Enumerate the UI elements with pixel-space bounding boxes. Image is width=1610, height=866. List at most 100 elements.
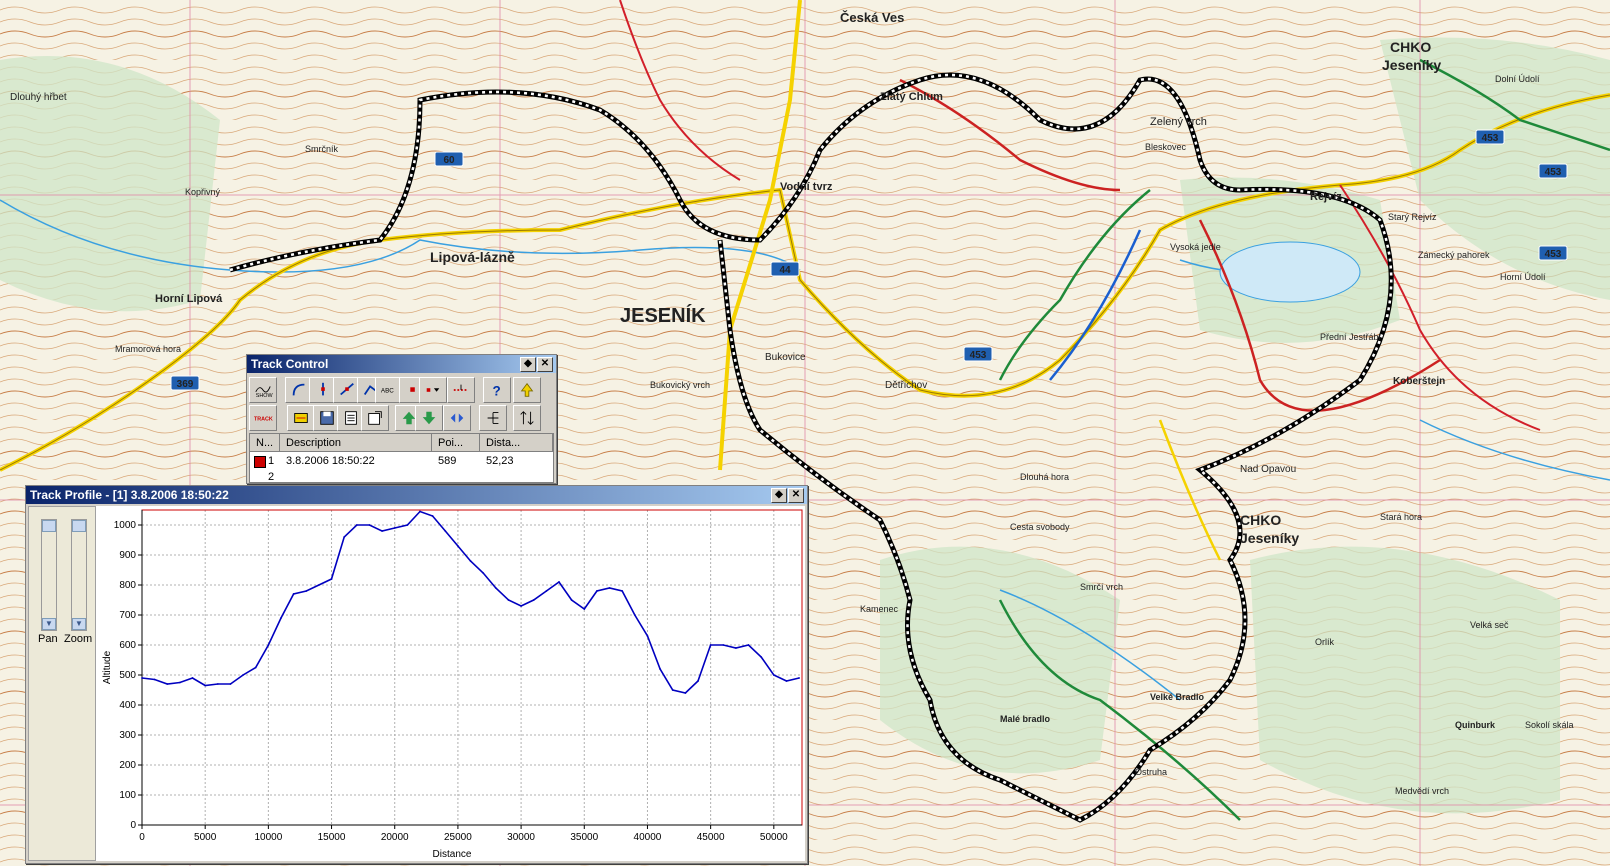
- x-tick-label: 5000: [194, 832, 217, 843]
- zoom-slider-down-arrow[interactable]: ▼: [72, 618, 86, 630]
- track-control-title: Track Control: [251, 357, 329, 371]
- altitude-point: [267, 644, 270, 646]
- tree-tool-button[interactable]: [479, 405, 507, 431]
- track-profile-close-button[interactable]: ✕: [788, 488, 804, 503]
- x-tick-label: 15000: [318, 832, 346, 843]
- x-tick-label: 30000: [507, 832, 535, 843]
- altitude-point: [494, 587, 497, 589]
- track-tool-button[interactable]: TRACK: [249, 405, 277, 431]
- label-tool-icon: ABC: [381, 388, 394, 395]
- altitude-point: [343, 536, 346, 538]
- map-label: Smrčník: [305, 144, 339, 154]
- altitude-point: [330, 578, 333, 580]
- altitude-point: [532, 599, 535, 601]
- y-tick-label: 400: [119, 700, 136, 711]
- join-tool-icon: [340, 383, 354, 396]
- altitude-point: [633, 614, 636, 616]
- x-tick-label: 0: [139, 832, 145, 843]
- style-tool-button[interactable]: [419, 377, 447, 403]
- swap-tool-button[interactable]: [513, 405, 541, 431]
- edit-tool-button[interactable]: [287, 405, 315, 431]
- map-label: Nad Opavou: [1240, 464, 1296, 475]
- altitude-point: [697, 680, 699, 682]
- map-label: Dlouhá hora: [1020, 472, 1069, 482]
- altitude-point: [318, 584, 320, 586]
- altitude-point: [596, 590, 598, 592]
- altitude-point: [216, 683, 219, 685]
- track-control-close-button[interactable]: ✕: [537, 357, 553, 372]
- style-tool-icon: [426, 388, 440, 392]
- map-label: Rejvíz: [1310, 191, 1342, 203]
- road-number: 453: [970, 350, 987, 361]
- altitude-point: [785, 680, 788, 682]
- move-lr-button[interactable]: [443, 405, 471, 431]
- tree-tool-icon: [487, 412, 499, 424]
- track-profile-titlebar[interactable]: Track Profile - [1] 3.8.2006 18:50:22: [26, 486, 807, 504]
- x-tick-label: 40000: [634, 832, 662, 843]
- road-number: 453: [1545, 249, 1562, 260]
- map-label: Velká seč: [1470, 620, 1509, 630]
- up-arrow-tool-button[interactable]: [513, 377, 541, 403]
- y-axis-label: Altitude: [102, 650, 113, 684]
- track-control-titlebar[interactable]: Track Control: [247, 355, 556, 373]
- column-header-points[interactable]: Poi...: [432, 434, 480, 452]
- svg-text:ABC: ABC: [381, 388, 394, 395]
- altitude-point: [671, 689, 674, 691]
- insert-tool-button[interactable]: [447, 377, 475, 403]
- map-label: Stará hora: [1380, 512, 1422, 522]
- map-label: Kamenec: [860, 604, 899, 614]
- move-down-button[interactable]: [415, 405, 443, 431]
- map-label: Dlouhý hřbet: [10, 92, 67, 103]
- road-number: 60: [443, 155, 455, 166]
- track-control-window[interactable]: Track Control ◆ ✕ SHOW ABC? TRACK N... Des…: [246, 354, 557, 484]
- column-header-description[interactable]: Description: [280, 434, 432, 452]
- export-tool-button[interactable]: [361, 405, 389, 431]
- split-tool-icon: [321, 382, 325, 396]
- pan-slider[interactable]: ▼: [41, 519, 57, 631]
- track-distance: 52,23: [486, 455, 514, 467]
- zoom-slider-thumb[interactable]: [72, 520, 86, 532]
- show-tool-button[interactable]: SHOW: [249, 377, 277, 403]
- help-button[interactable]: ?: [483, 377, 511, 403]
- altitude-point: [659, 668, 661, 670]
- pan-slider-thumb[interactable]: [42, 520, 56, 532]
- x-tick-label: 35000: [570, 832, 598, 843]
- map-label: Jeseníky: [1382, 57, 1441, 73]
- track-list[interactable]: N... Description Poi... Dista... 1 3.8.20…: [249, 433, 554, 483]
- map-label: Sokolí skála: [1525, 720, 1574, 730]
- column-header-distance[interactable]: Dista...: [480, 434, 553, 452]
- map-label: Starý Rejvíz: [1388, 212, 1437, 222]
- map-label: Jeseníky: [1240, 530, 1299, 546]
- zoom-slider[interactable]: ▼: [71, 519, 87, 631]
- pan-slider-down-arrow[interactable]: ▼: [42, 618, 56, 630]
- track-control-collapse-button[interactable]: ◆: [520, 357, 536, 372]
- map-label: Bleskovec: [1145, 142, 1187, 152]
- track-profile-collapse-button[interactable]: ◆: [771, 488, 787, 503]
- map-label: Zlatý Chlum: [880, 91, 943, 103]
- map-label: Horní Údolí: [1500, 272, 1546, 282]
- track-profile-window[interactable]: Track Profile - [1] 3.8.2006 18:50:22 ◆ …: [25, 485, 808, 864]
- road-shield: 44: [770, 261, 800, 277]
- road-shield: 60: [434, 151, 464, 167]
- export-tool-icon: [368, 411, 382, 425]
- map-label: Dolní Údolí: [1495, 74, 1540, 84]
- altitude-point: [621, 590, 624, 592]
- road-shield: 453: [1538, 163, 1568, 179]
- altitude-point: [431, 515, 434, 517]
- map-label: Zámecký pahorek: [1418, 250, 1490, 260]
- up-arrow-tool-icon: [520, 382, 534, 397]
- track-row[interactable]: 1 3.8.2006 18:50:22 589 52,23: [250, 453, 553, 469]
- y-tick-label: 300: [119, 730, 136, 741]
- altitude-point: [368, 524, 371, 526]
- road-number: 453: [1545, 167, 1562, 178]
- altitude-point: [520, 605, 522, 607]
- x-tick-label: 50000: [760, 832, 788, 843]
- road-number: 44: [779, 265, 791, 276]
- y-tick-label: 1000: [114, 520, 137, 531]
- track-row[interactable]: 2: [250, 469, 553, 482]
- altitude-profile-chart[interactable]: 0 5000 10000 15000 20000 25000 30000 35000 40000…: [96, 506, 805, 861]
- map-label: Vysoká jedle: [1170, 242, 1221, 252]
- y-tick-label: 900: [119, 550, 136, 561]
- track-color-swatch[interactable]: [254, 456, 266, 468]
- column-header-number[interactable]: N...: [250, 434, 280, 452]
